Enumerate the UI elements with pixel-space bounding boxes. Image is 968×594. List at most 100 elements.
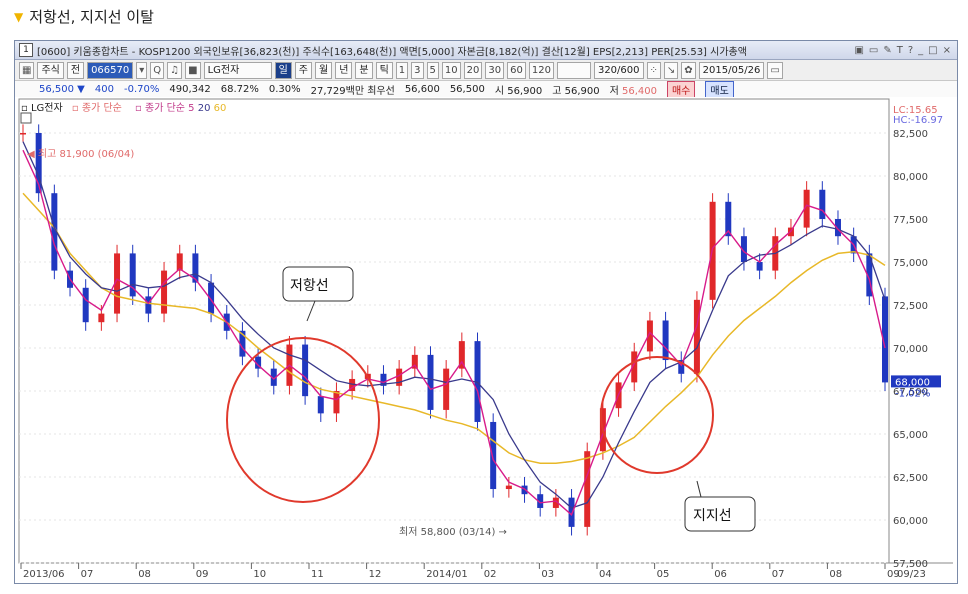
candle-body [317,396,324,414]
chart-settings-icon [20,112,32,124]
settings-gear-icon[interactable]: ✿ [681,61,696,79]
interval-5[interactable]: 5 [426,61,439,79]
low-price: 저 56,400 [609,85,657,97]
caption: ▼ 저항선, 지지선 이탈 [14,6,154,27]
high-price: 고 56,900 [552,85,600,97]
interval-60[interactable]: 60 [507,61,526,79]
all-toggle[interactable]: 전 [66,61,85,79]
x-tick-label: 08 [829,569,842,580]
sound-icon[interactable]: ♫ [167,61,183,79]
window-number[interactable]: 1 [19,43,33,57]
chart-legend: ▫ LG전자 ▫ 종가 단순 ▫ 종가 단순 5 20 60 [21,99,226,114]
x-tick-label: 08 [138,569,151,580]
x-tick-label: 07 [772,569,785,580]
candle-body [302,344,309,397]
period-tick-tab[interactable]: 틱 [375,61,393,79]
interval-1[interactable]: 1 [395,61,409,79]
candle-body [819,189,826,219]
y-tick-label: 77,500 [893,215,928,226]
price-change-pct: -0.70% [123,83,160,95]
draw-tool-icon[interactable]: ↘ [663,61,679,79]
x-tick-label: 2014/01 [426,569,468,580]
last-price-label: 68,000 [895,377,930,388]
chart-area[interactable]: 82,500 80,000 77,500 75,000 72,500 70,000 67,5… [15,97,957,583]
y-tick-label: 82,500 [893,129,928,140]
minimize-icon[interactable]: _ [918,45,923,56]
custom-interval-input[interactable] [556,61,591,79]
stock-code-input[interactable]: 066570 [87,61,134,79]
x-tick-label: 02 [484,569,497,580]
x-tick-label: 06 [714,569,727,580]
interval-10[interactable]: 10 [441,61,461,79]
x-tick-label: 09 [196,569,209,580]
candle-body [145,296,152,314]
sell-button[interactable]: 매도 [705,80,734,98]
chart-window: 1 [0600] 키움종합차트 - KOSP1200 외국인보유[36,823(… [14,40,958,584]
interval-20[interactable]: 20 [463,61,483,79]
support-callout-text: 지지선 [693,508,732,524]
legend-ma20: 20 [197,103,211,114]
restore-icon[interactable]: ▭ [869,45,878,56]
data-count-input[interactable]: 320/600 [593,61,644,79]
text-icon[interactable]: T [897,45,903,56]
y-tick-label: 65,000 [893,430,928,441]
interval-30[interactable]: 30 [485,61,505,79]
candle-body [427,354,434,410]
x-tick-label: 10 [253,569,266,580]
x-tick-label: 07 [81,569,94,580]
period-minute-tab[interactable]: 분 [355,61,373,79]
x-tick-label: 12 [369,569,382,580]
candlestick-chart[interactable]: 82,50080,00077,50075,00072,50070,00067,5… [15,97,957,583]
help-icon[interactable]: ? [908,45,913,56]
candle-body [98,313,105,323]
current-price: 56,500 ▼ [39,83,85,95]
candle-body [176,253,183,271]
maximize-icon[interactable]: □ [928,45,937,56]
buy-button[interactable]: 매수 [666,80,696,98]
candle-body [756,262,763,271]
stock-marker-icon: ■ [185,61,201,79]
candle-body [333,391,340,414]
legend-ma5: ▫ 종가 단순 5 [135,103,195,114]
code-dropdown-icon[interactable]: ▾ [136,61,148,79]
y-tick-label: 80,000 [893,172,928,183]
period-month-tab[interactable]: 월 [314,61,333,79]
candle-body [490,421,497,490]
x-tick-label: 2013/06 [23,569,65,580]
close-icon[interactable]: × [943,45,951,56]
period-year-tab[interactable]: 년 [335,61,353,79]
pin-icon[interactable]: ▣ [854,45,863,56]
legend-stock: ▫ LG전자 [21,103,63,114]
candle-body [443,368,450,410]
chart-menu-icon[interactable]: ▦ [19,61,35,79]
open-price: 시 56,900 [494,85,543,97]
candle-body [584,451,591,527]
window-titlebar: 1 [0600] 키움종합차트 - KOSP1200 외국인보유[36,823(… [15,41,957,60]
plot-frame [18,98,890,564]
period-week-tab[interactable]: 주 [294,61,312,79]
tools-icon[interactable]: ✎ [883,45,891,56]
volume: 490,342 [169,83,211,95]
last-pct-label: -1.02% [895,388,930,399]
period-day-tab[interactable]: 일 [274,61,292,79]
x-tick-label: 04 [599,569,612,580]
scatter-tool-icon[interactable]: ⁘ [646,61,661,79]
hc-label: HC:-16.97 [893,115,943,126]
turnover: 0.30% [268,83,301,95]
search-icon[interactable]: Q [150,61,165,79]
caption-marker-icon: ▼ [14,9,24,24]
market-select[interactable]: 주식 [37,61,64,79]
resistance-callout-text: 저항선 [290,278,329,294]
calendar-icon[interactable]: ▭ [767,61,783,79]
x-tick-label: 09/23 [897,569,926,580]
interval-120[interactable]: 120 [528,61,554,79]
interval-3[interactable]: 3 [411,61,424,79]
best-bid: 56,500 [449,83,485,95]
high-annotation: ◀ 최고 81,900 (06/04) [27,148,134,160]
y-tick-label: 62,500 [893,473,928,484]
volume-ratio: 68.72% [220,83,259,95]
legend-ma60: 60 [213,103,227,114]
window-title: [0600] 키움종합차트 - KOSP1200 외국인보유[36,823(천)… [37,46,747,58]
low-annotation: 최저 58,800 (03/14) → [399,526,507,538]
date-input[interactable]: 2015/05/26 [698,61,765,79]
